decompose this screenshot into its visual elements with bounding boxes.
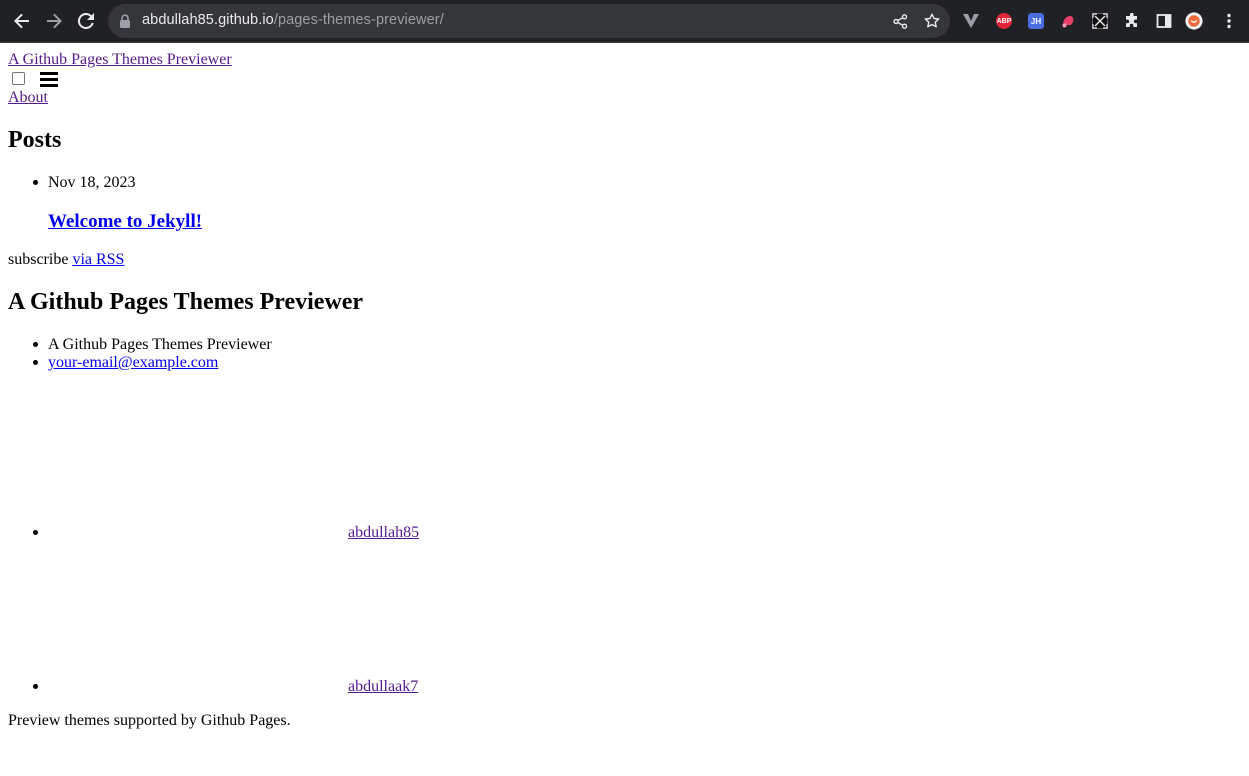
- site-title-link[interactable]: A Github Pages Themes Previewer: [8, 51, 232, 69]
- menu-kebab-icon[interactable]: [1220, 12, 1238, 30]
- subscribe-label: subscribe: [8, 251, 69, 268]
- github-social-link[interactable]: abdullah85: [48, 524, 419, 542]
- email-link[interactable]: your-email@example.com: [48, 354, 218, 372]
- vivaldi-extension-icon[interactable]: [962, 12, 980, 30]
- posts-heading: Posts: [8, 127, 62, 153]
- jh-icon[interactable]: JH: [1027, 12, 1045, 30]
- twitter-username: abdullaak7: [348, 678, 419, 695]
- pink-extension-icon[interactable]: [1059, 12, 1077, 30]
- share-icon[interactable]: [892, 13, 908, 29]
- screenshot-extension-icon[interactable]: [1091, 12, 1109, 30]
- rss-link[interactable]: via RSS: [72, 251, 124, 268]
- nav-trigger-checkbox[interactable]: [12, 72, 25, 85]
- github-username: abdullah85: [348, 524, 420, 541]
- bookmark-star-icon[interactable]: [924, 13, 940, 29]
- site-description: Preview themes supported by Github Pages…: [8, 712, 291, 729]
- reload-icon[interactable]: [74, 9, 98, 33]
- url-host: abdullah85.github.io: [142, 12, 274, 28]
- menu-hamburger-icon[interactable]: [40, 72, 58, 87]
- twitter-social-link[interactable]: abdullaak7: [48, 678, 418, 696]
- post-date: Nov 18, 2023: [48, 174, 136, 191]
- list-bullet: [33, 530, 38, 535]
- nav-link-about[interactable]: About: [8, 89, 48, 107]
- address-bar[interactable]: abdullah85.github.io/pages-themes-previe…: [108, 4, 950, 38]
- side-panel-icon[interactable]: [1155, 12, 1173, 30]
- footer-heading: A Github Pages Themes Previewer: [8, 289, 364, 315]
- list-bullet: [33, 342, 38, 347]
- url-text[interactable]: abdullah85.github.io/pages-themes-previe…: [142, 12, 444, 28]
- back-icon[interactable]: [10, 9, 34, 33]
- list-bullet: [33, 180, 38, 185]
- extensions-puzzle-icon[interactable]: [1123, 12, 1141, 30]
- lock-icon: [119, 14, 131, 33]
- list-bullet: [33, 360, 38, 365]
- footer-site-name: A Github Pages Themes Previewer: [48, 336, 272, 353]
- profile-avatar-icon[interactable]: [1185, 12, 1203, 30]
- forward-icon[interactable]: [42, 9, 66, 33]
- post-title-link[interactable]: Welcome to Jekyll!: [48, 211, 202, 232]
- post-title: Welcome to Jekyll!: [48, 211, 202, 233]
- url-path: /pages-themes-previewer/: [273, 12, 444, 28]
- browser-toolbar: abdullah85.github.io/pages-themes-previe…: [0, 0, 1249, 43]
- abp-icon[interactable]: ABP: [995, 12, 1013, 30]
- list-bullet: [33, 684, 38, 689]
- subscribe-line: subscribe via RSS: [8, 251, 124, 269]
